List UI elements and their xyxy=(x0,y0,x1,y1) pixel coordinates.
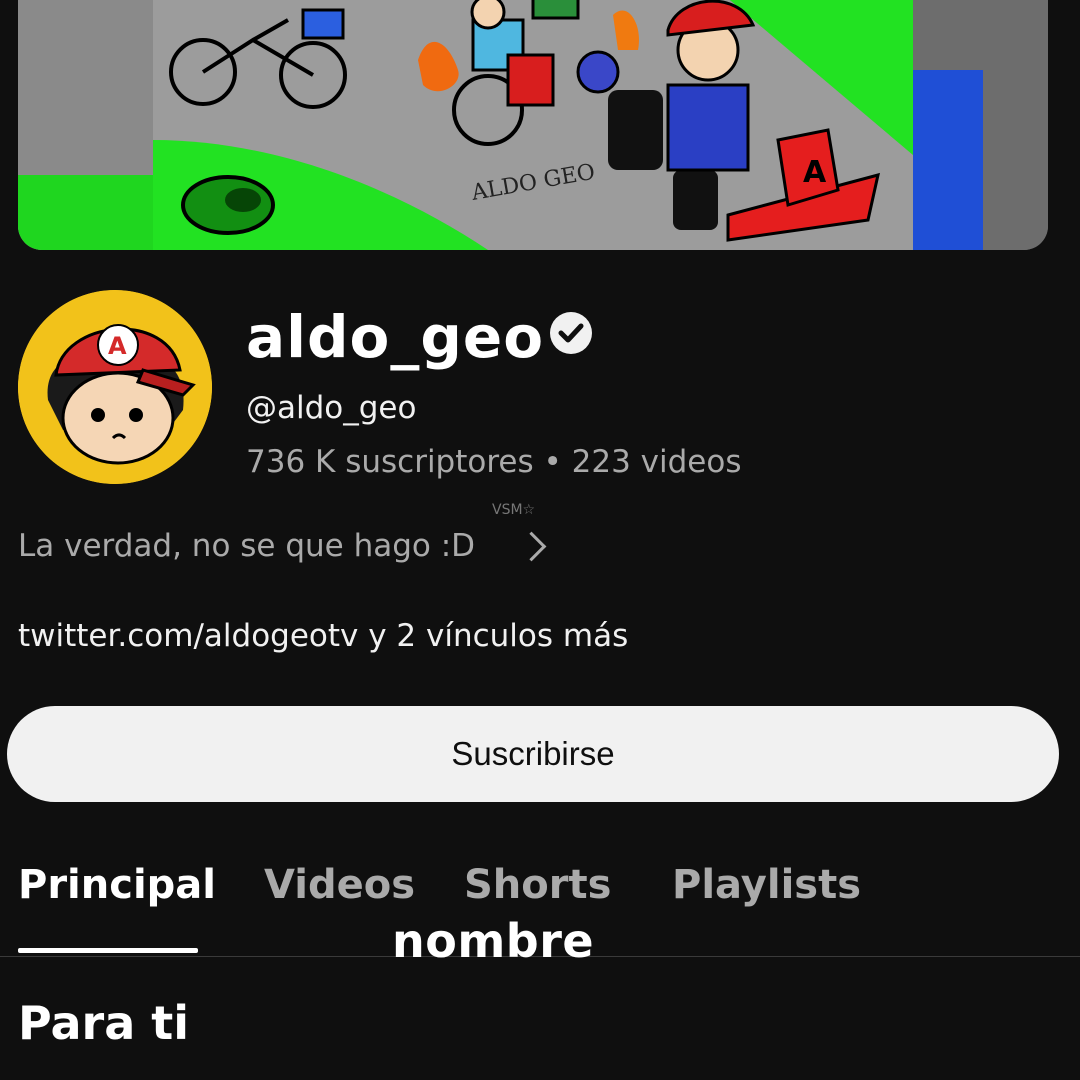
banner-artwork: A ALDO GEO xyxy=(18,0,1048,250)
avatar-illustration: A xyxy=(18,290,212,484)
tab-principal[interactable]: Principal xyxy=(18,862,216,908)
channel-description[interactable]: La verdad, no se que hago :D xyxy=(18,528,547,564)
channel-stats: 736 K suscriptores • 223 videos xyxy=(246,444,742,480)
tab-videos[interactable]: Videos xyxy=(264,862,415,908)
svg-text:A: A xyxy=(803,155,827,190)
channel-name: aldo_geo xyxy=(246,303,545,371)
overlay-caption: nombre xyxy=(392,914,595,968)
channel-links[interactable]: twitter.com/aldogeotv y 2 vínculos más xyxy=(18,618,628,654)
section-title: Para ti xyxy=(18,996,190,1050)
watermark: VSM☆ xyxy=(492,502,536,518)
channel-handle: @aldo_geo xyxy=(246,390,417,426)
channel-avatar[interactable]: A xyxy=(18,290,212,484)
avatar-cap-letter: A xyxy=(108,332,127,360)
description-text: La verdad, no se que hago :D xyxy=(18,528,476,564)
tab-shorts[interactable]: Shorts xyxy=(464,862,611,908)
active-tab-indicator xyxy=(18,948,198,953)
channel-banner: A ALDO GEO xyxy=(18,0,1048,250)
subscribe-button[interactable]: Suscribirse xyxy=(7,706,1059,802)
tab-playlists[interactable]: Playlists xyxy=(672,862,861,908)
verified-icon xyxy=(550,312,592,354)
chevron-right-icon xyxy=(516,531,547,561)
